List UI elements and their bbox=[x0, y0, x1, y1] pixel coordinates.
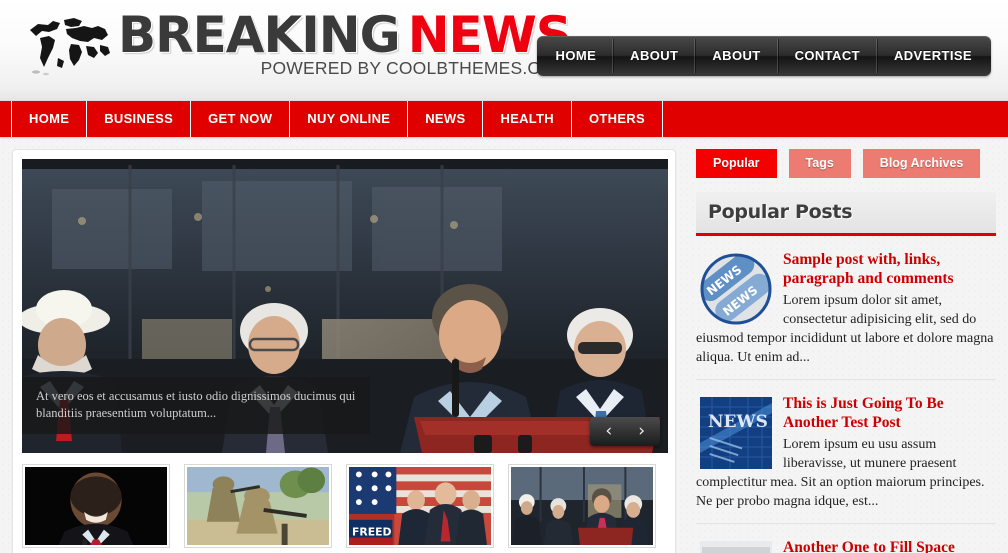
thumbnail-item-4[interactable] bbox=[508, 464, 656, 548]
post-thumbnail-newspaper-stack-icon bbox=[700, 541, 772, 553]
top-navigation: HOME ABOUT ABOUT CONTACT ADVERTISE bbox=[536, 36, 991, 76]
list-item[interactable]: NEWS NEWS Sample post with, links, parag… bbox=[696, 236, 996, 380]
svg-text:NEWS: NEWS bbox=[708, 412, 768, 432]
topnav-item-home[interactable]: HOME bbox=[540, 39, 614, 73]
featured-slider[interactable]: At vero eos et accusamus et iusto odio d… bbox=[22, 159, 668, 453]
site-header: BREAKING NEWS POWERED BY COOLBTHEMES.COM … bbox=[0, 0, 1008, 101]
logo-title: BREAKING NEWS bbox=[118, 6, 572, 64]
menu-item-health[interactable]: HEALTH bbox=[483, 101, 572, 137]
site-logo[interactable]: BREAKING NEWS POWERED BY COOLBTHEMES.COM bbox=[22, 6, 572, 80]
thumbnail-strip: FREED bbox=[22, 464, 666, 548]
popular-posts-header: Popular Posts bbox=[696, 192, 996, 236]
sidebar-tabs: Popular Tags Blog Archives bbox=[696, 149, 996, 178]
main-navigation: HOME BUSINESS GET NOW NUY ONLINE NEWS HE… bbox=[0, 101, 1008, 137]
featured-content-panel: At vero eos et accusamus et iusto odio d… bbox=[12, 149, 676, 553]
page-body: At vero eos et accusamus et iusto odio d… bbox=[0, 137, 1008, 553]
topnav-item-about-1[interactable]: ABOUT bbox=[613, 39, 696, 73]
menu-item-news[interactable]: NEWS bbox=[408, 101, 484, 137]
slider-next-icon[interactable]: › bbox=[625, 421, 658, 442]
widget-title: Popular Posts bbox=[708, 201, 853, 223]
thumbnail-item-3[interactable]: FREED bbox=[346, 464, 494, 548]
post-thumbnail-news-banner-icon: NEWS bbox=[700, 397, 772, 469]
svg-text:FREED: FREED bbox=[352, 526, 392, 539]
slider-caption: At vero eos et accusamus et iusto odio d… bbox=[22, 377, 370, 434]
post-thumbnail-newspapers-icon: NEWS NEWS bbox=[700, 253, 772, 325]
menu-item-home[interactable]: HOME bbox=[11, 101, 88, 137]
list-item[interactable]: NEWS This is Just Going To Be Another Te… bbox=[696, 380, 996, 524]
logo-primary-text: BREAKING bbox=[118, 6, 401, 64]
topnav-item-about-2[interactable]: ABOUT bbox=[695, 39, 778, 73]
topnav-item-advertise[interactable]: ADVERTISE bbox=[876, 39, 988, 73]
portrait-thumb-image bbox=[25, 467, 167, 545]
menu-item-get-now[interactable]: GET NOW bbox=[191, 101, 291, 137]
thumbnail-item-1[interactable] bbox=[22, 464, 170, 548]
thumbnail-item-2[interactable] bbox=[184, 464, 332, 548]
soldiers-thumb-image bbox=[187, 467, 329, 545]
tab-blog-archives[interactable]: Blog Archives bbox=[862, 149, 981, 178]
sidebar: Popular Tags Blog Archives Popular Posts bbox=[696, 149, 996, 553]
press-conference-thumb-image bbox=[511, 467, 653, 545]
world-map-icon bbox=[22, 14, 114, 80]
rally-thumb-image: FREED bbox=[349, 467, 491, 545]
menu-item-others[interactable]: OTHERS bbox=[572, 101, 663, 137]
list-item[interactable]: Another One to Fill Space bbox=[696, 524, 996, 553]
logo-text: BREAKING NEWS POWERED BY COOLBTHEMES.COM bbox=[118, 6, 572, 79]
slider-prev-icon[interactable]: ‹ bbox=[592, 421, 625, 442]
menu-item-business[interactable]: BUSINESS bbox=[87, 101, 192, 137]
tab-tags[interactable]: Tags bbox=[788, 149, 851, 178]
slider-controls: ‹ › bbox=[590, 417, 660, 446]
menu-item-nuy-online[interactable]: NUY ONLINE bbox=[290, 101, 409, 137]
tab-popular[interactable]: Popular bbox=[696, 149, 777, 178]
topnav-item-contact[interactable]: CONTACT bbox=[777, 39, 877, 73]
